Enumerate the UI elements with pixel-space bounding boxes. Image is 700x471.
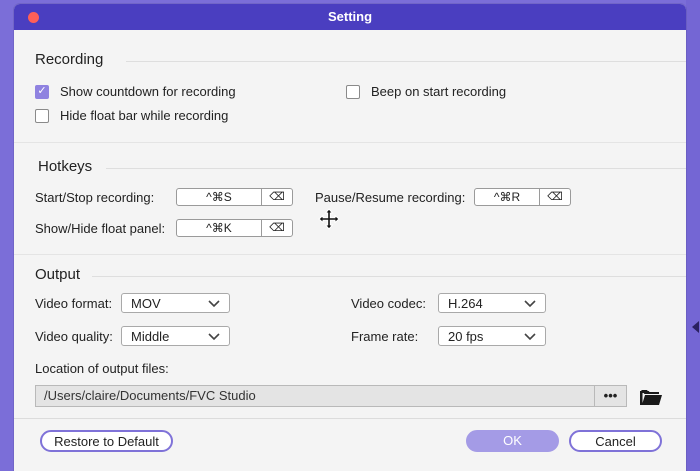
video-codec-value: H.264 (448, 295, 483, 311)
chevron-down-icon (208, 333, 220, 341)
chevron-down-icon (524, 333, 536, 341)
title-bar: Setting (14, 4, 686, 30)
hotkeys-heading: Hotkeys (38, 158, 93, 175)
hotkeys-divider (106, 168, 686, 169)
pause-resume-hotkey-field[interactable]: ^⌘R ⌫ (474, 188, 571, 206)
browse-button[interactable]: ••• (594, 385, 627, 407)
output-location-label: Location of output files: (35, 361, 169, 376)
chevron-down-icon (524, 300, 536, 308)
start-stop-clear-icon[interactable]: ⌫ (261, 189, 292, 205)
hide-float-bar-option[interactable]: Hide float bar while recording (35, 108, 228, 123)
folder-icon[interactable] (638, 386, 664, 408)
start-stop-hotkey-field[interactable]: ^⌘S ⌫ (176, 188, 293, 206)
hide-float-bar-label: Hide float bar while recording (60, 108, 229, 123)
restore-default-button[interactable]: Restore to Default (40, 430, 173, 452)
video-quality-select[interactable]: Middle (121, 326, 230, 346)
video-codec-label: Video codec: (351, 296, 426, 311)
frame-rate-value: 20 fps (448, 328, 484, 344)
hotkeys-top-divider (14, 142, 686, 143)
cancel-button[interactable]: Cancel (569, 430, 662, 452)
frame-rate-select[interactable]: 20 fps (438, 326, 546, 346)
show-countdown-checkbox[interactable]: ✓ (35, 84, 49, 99)
chevron-down-icon (208, 300, 220, 308)
frame-rate-label: Frame rate: (351, 329, 419, 344)
show-countdown-label: Show countdown for recording (60, 84, 236, 99)
video-codec-select[interactable]: H.264 (438, 293, 546, 313)
show-hide-panel-label: Show/Hide float panel: (35, 221, 166, 236)
video-quality-value: Middle (131, 328, 170, 344)
video-format-value: MOV (131, 295, 161, 311)
beep-on-start-checkbox[interactable] (346, 84, 360, 99)
recording-divider (126, 61, 686, 62)
move-cursor-icon (318, 208, 340, 230)
start-stop-label: Start/Stop recording: (35, 190, 155, 205)
window-title: Setting (327, 9, 373, 24)
output-divider (92, 276, 686, 277)
show-hide-panel-clear-icon[interactable]: ⌫ (261, 220, 292, 236)
show-hide-panel-hotkey-value: ^⌘K (206, 221, 232, 235)
output-path-field[interactable]: /Users/claire/Documents/FVC Studio (35, 385, 627, 407)
show-hide-panel-hotkey-field[interactable]: ^⌘K ⌫ (176, 219, 293, 237)
start-stop-hotkey-value: ^⌘S (206, 190, 232, 204)
beep-on-start-option[interactable]: Beep on start recording (346, 84, 506, 99)
output-heading: Output (35, 266, 81, 283)
pointer-arrow-icon (692, 321, 699, 333)
footer-divider (14, 418, 686, 419)
settings-window: Setting Recording ✓ Show countdown for r… (14, 4, 686, 471)
ok-button[interactable]: OK (466, 430, 559, 452)
recording-heading: Recording (35, 51, 104, 68)
show-countdown-option[interactable]: ✓ Show countdown for recording (35, 84, 236, 99)
video-format-select[interactable]: MOV (121, 293, 230, 313)
pause-resume-hotkey-value: ^⌘R (493, 190, 521, 204)
beep-on-start-label: Beep on start recording (371, 84, 507, 99)
output-top-divider (14, 254, 686, 255)
pause-resume-label: Pause/Resume recording: (315, 190, 466, 205)
video-format-label: Video format: (35, 296, 113, 311)
background-edge (686, 0, 700, 471)
video-quality-label: Video quality: (35, 329, 113, 344)
pause-resume-clear-icon[interactable]: ⌫ (539, 189, 570, 205)
hide-float-bar-checkbox[interactable] (35, 108, 49, 123)
close-button[interactable] (28, 12, 39, 23)
